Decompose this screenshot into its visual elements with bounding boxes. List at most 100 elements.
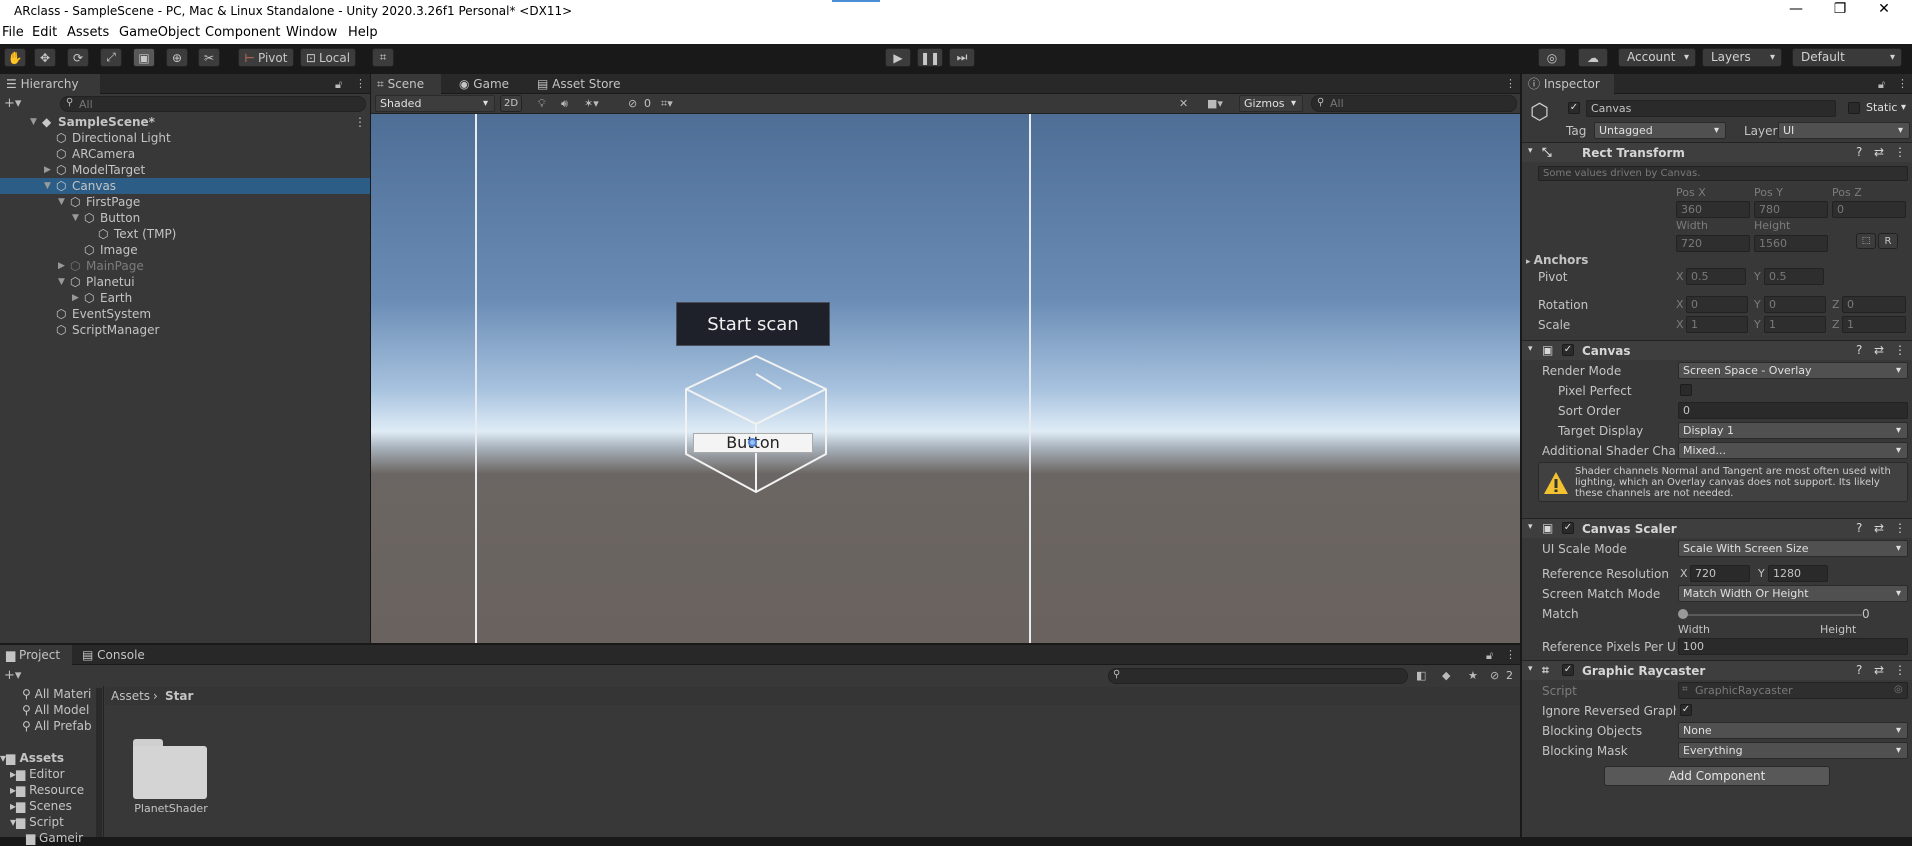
anchors-foldout[interactable]: ▸ Anchors	[1526, 253, 1588, 267]
preset-icon[interactable]: ⇄	[1874, 521, 1884, 535]
create-icon[interactable]: +▾	[4, 668, 21, 683]
add-icon[interactable]: +▾	[4, 96, 21, 111]
raycaster-checkbox[interactable]: ✓	[1562, 664, 1574, 676]
canvas-enabled-checkbox[interactable]: ✓	[1562, 344, 1574, 356]
scale-y-field[interactable]: 1	[1764, 316, 1826, 333]
tag-dropdown[interactable]: Untagged	[1594, 122, 1726, 139]
scale-tool-icon[interactable]: ⤢	[100, 48, 122, 67]
filter-type-icon[interactable]: ◧	[1416, 669, 1426, 682]
restore-icon[interactable]: ❐	[1820, 1, 1860, 21]
hierarchy-item[interactable]: ▼ ⬡ FirstPage	[0, 194, 370, 210]
menu-gameobject[interactable]: GameObject	[119, 25, 200, 40]
scale-x-field[interactable]: 1	[1686, 316, 1748, 333]
more-icon[interactable]: ⋮	[355, 77, 366, 90]
ref-y-field[interactable]: 1280	[1768, 565, 1828, 582]
camera-icon[interactable]: ■▾	[1207, 97, 1223, 110]
fold-open-icon[interactable]: ▼	[58, 274, 65, 290]
tab-inspector[interactable]: ⓘ Inspector	[1522, 74, 1614, 94]
audio-icon[interactable]: 🔊︎	[561, 97, 568, 111]
tab-game[interactable]: ◉ Game	[453, 74, 523, 94]
posx-field[interactable]: 360	[1676, 201, 1750, 218]
fold-closed-icon[interactable]: ▶	[44, 162, 51, 178]
rot-z-field[interactable]: 0	[1842, 296, 1906, 313]
rot-x-field[interactable]: 0	[1686, 296, 1748, 313]
menu-file[interactable]: File	[2, 25, 24, 40]
rect-tool-icon[interactable]: ▣	[133, 48, 155, 67]
inspector-more-icon[interactable]: ⋮	[1897, 77, 1908, 90]
local-toggle[interactable]: ⊡ Local	[300, 48, 356, 67]
shader-channels-dropdown[interactable]: Mixed...	[1678, 442, 1908, 459]
project-search-input[interactable]	[1108, 668, 1408, 684]
tree-item[interactable]: ▾▆ Script	[10, 814, 64, 830]
hidden-packages-icon[interactable]: ⊘	[1490, 669, 1499, 682]
menu-help[interactable]: Help	[348, 25, 378, 40]
match-slider-track[interactable]	[1682, 614, 1862, 616]
gizmos-dropdown[interactable]: Gizmos	[1239, 95, 1303, 112]
ignore-reversed-checkbox[interactable]: ✓	[1680, 704, 1692, 716]
tree-item-assets[interactable]: ▾▆ Assets	[0, 750, 64, 766]
hierarchy-item[interactable]: ▶ ⬡ MainPage	[0, 258, 370, 274]
raw-edit-button[interactable]: R	[1878, 233, 1898, 249]
layers-dropdown[interactable]: Layers	[1702, 48, 1782, 67]
hierarchy-item[interactable]: ▼ ⬡ Button	[0, 210, 370, 226]
menu-edit[interactable]: Edit	[32, 25, 57, 40]
lock-icon[interactable]: 🔓︎	[335, 78, 342, 92]
breadcrumb-assets[interactable]: Assets	[111, 689, 150, 703]
favorite-item[interactable]: ⚲ All Materi	[22, 686, 91, 702]
tab-hierarchy[interactable]: ☰ Hierarchy	[0, 74, 100, 94]
cloud-icon[interactable]: ☁	[1578, 48, 1608, 67]
tab-project[interactable]: ▆ Project	[0, 645, 72, 665]
preset-icon[interactable]: ⇄	[1874, 663, 1884, 677]
component-menu-icon[interactable]: ⋮	[1894, 343, 1906, 357]
fold-open-icon[interactable]: ▼	[30, 114, 37, 130]
script-field[interactable]: GraphicRaycaster	[1678, 682, 1908, 699]
scene-more-icon[interactable]: ⋮	[354, 114, 366, 130]
filter-label-icon[interactable]: ◆	[1442, 669, 1450, 682]
hand-tool-icon[interactable]: ✋	[4, 48, 26, 67]
height-field[interactable]: 1560	[1754, 235, 1828, 252]
hierarchy-item[interactable]: ⬡ Image	[0, 242, 370, 258]
menu-window[interactable]: Window	[286, 25, 337, 40]
match-slider-thumb[interactable]	[1678, 609, 1688, 619]
2d-toggle[interactable]: 2D	[500, 95, 522, 112]
tree-item[interactable]: ▆ Gameir	[26, 830, 83, 846]
tree-scrollbar[interactable]	[96, 688, 102, 837]
breadcrumb-star[interactable]: Star	[165, 689, 193, 703]
fold-open-icon[interactable]: ▼	[44, 178, 51, 194]
account-dropdown[interactable]: Account	[1618, 48, 1696, 67]
scene-more-icon[interactable]: ⋮	[1505, 77, 1516, 90]
fold-open-icon[interactable]: ▼	[72, 210, 79, 226]
fold-closed-icon[interactable]: ▶	[72, 290, 79, 306]
pivot-y-field[interactable]: 0.5	[1764, 268, 1824, 285]
help-icon[interactable]: ?	[1856, 343, 1862, 357]
hierarchy-item[interactable]: ▶ ⬡ ModelTarget	[0, 162, 370, 178]
transform-tool-icon[interactable]: ⊕	[166, 48, 188, 67]
rot-y-field[interactable]: 0	[1764, 296, 1826, 313]
pixel-perfect-checkbox[interactable]	[1680, 384, 1692, 396]
favorite-icon[interactable]: ★	[1468, 669, 1478, 682]
hierarchy-item[interactable]: ⬡ EventSystem	[0, 306, 370, 322]
collab-icon[interactable]: ◎	[1538, 48, 1566, 67]
tree-item[interactable]: ▸▆ Editor	[10, 766, 65, 782]
pivot-handle[interactable]	[748, 438, 757, 447]
help-icon[interactable]: ?	[1856, 521, 1862, 535]
preset-icon[interactable]: ⇄	[1874, 343, 1884, 357]
blocking-mask-dropdown[interactable]: Everything	[1678, 742, 1908, 759]
graphic-raycaster-header[interactable]: ▾ ⌗ ✓ Graphic Raycaster ? ⇄ ⋮	[1522, 660, 1912, 680]
width-field[interactable]: 720	[1676, 235, 1750, 252]
add-component-button[interactable]: Add Component	[1604, 766, 1830, 786]
blocking-objects-dropdown[interactable]: None	[1678, 722, 1908, 739]
scene-search-input[interactable]: All	[1311, 95, 1517, 112]
hierarchy-search-input[interactable]: All	[60, 96, 366, 112]
posz-field[interactable]: 0	[1832, 201, 1906, 218]
target-display-dropdown[interactable]: Display 1	[1678, 422, 1908, 439]
rect-transform-header[interactable]: ▾ ⤡ Rect Transform ? ⇄ ⋮	[1522, 142, 1912, 162]
fold-open-icon[interactable]: ▼	[58, 194, 65, 210]
menu-assets[interactable]: Assets	[67, 25, 109, 40]
object-name-input[interactable]: Canvas	[1586, 100, 1836, 117]
hierarchy-item[interactable]: ⬡ Directional Light	[0, 130, 370, 146]
project-lock-icon[interactable]: 🔓︎	[1486, 649, 1493, 663]
ref-x-field[interactable]: 720	[1690, 565, 1750, 582]
ui-scale-mode-dropdown[interactable]: Scale With Screen Size	[1678, 540, 1908, 557]
sort-order-field[interactable]: 0	[1678, 402, 1908, 419]
